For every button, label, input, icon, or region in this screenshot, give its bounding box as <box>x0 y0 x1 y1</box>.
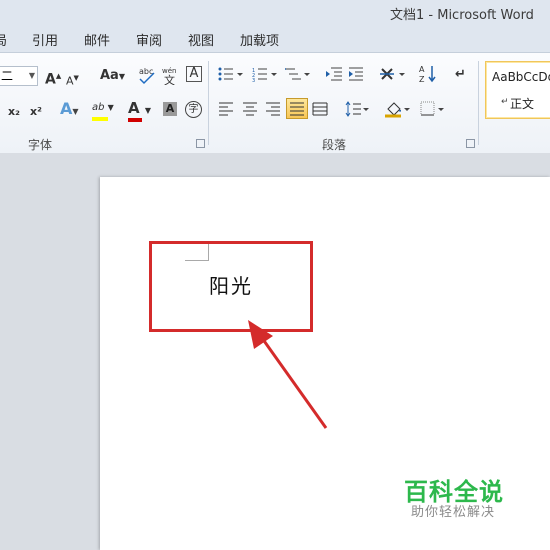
annotation-arrow <box>248 320 328 429</box>
watermark-tagline: 助你轻松解决 <box>411 505 496 520</box>
